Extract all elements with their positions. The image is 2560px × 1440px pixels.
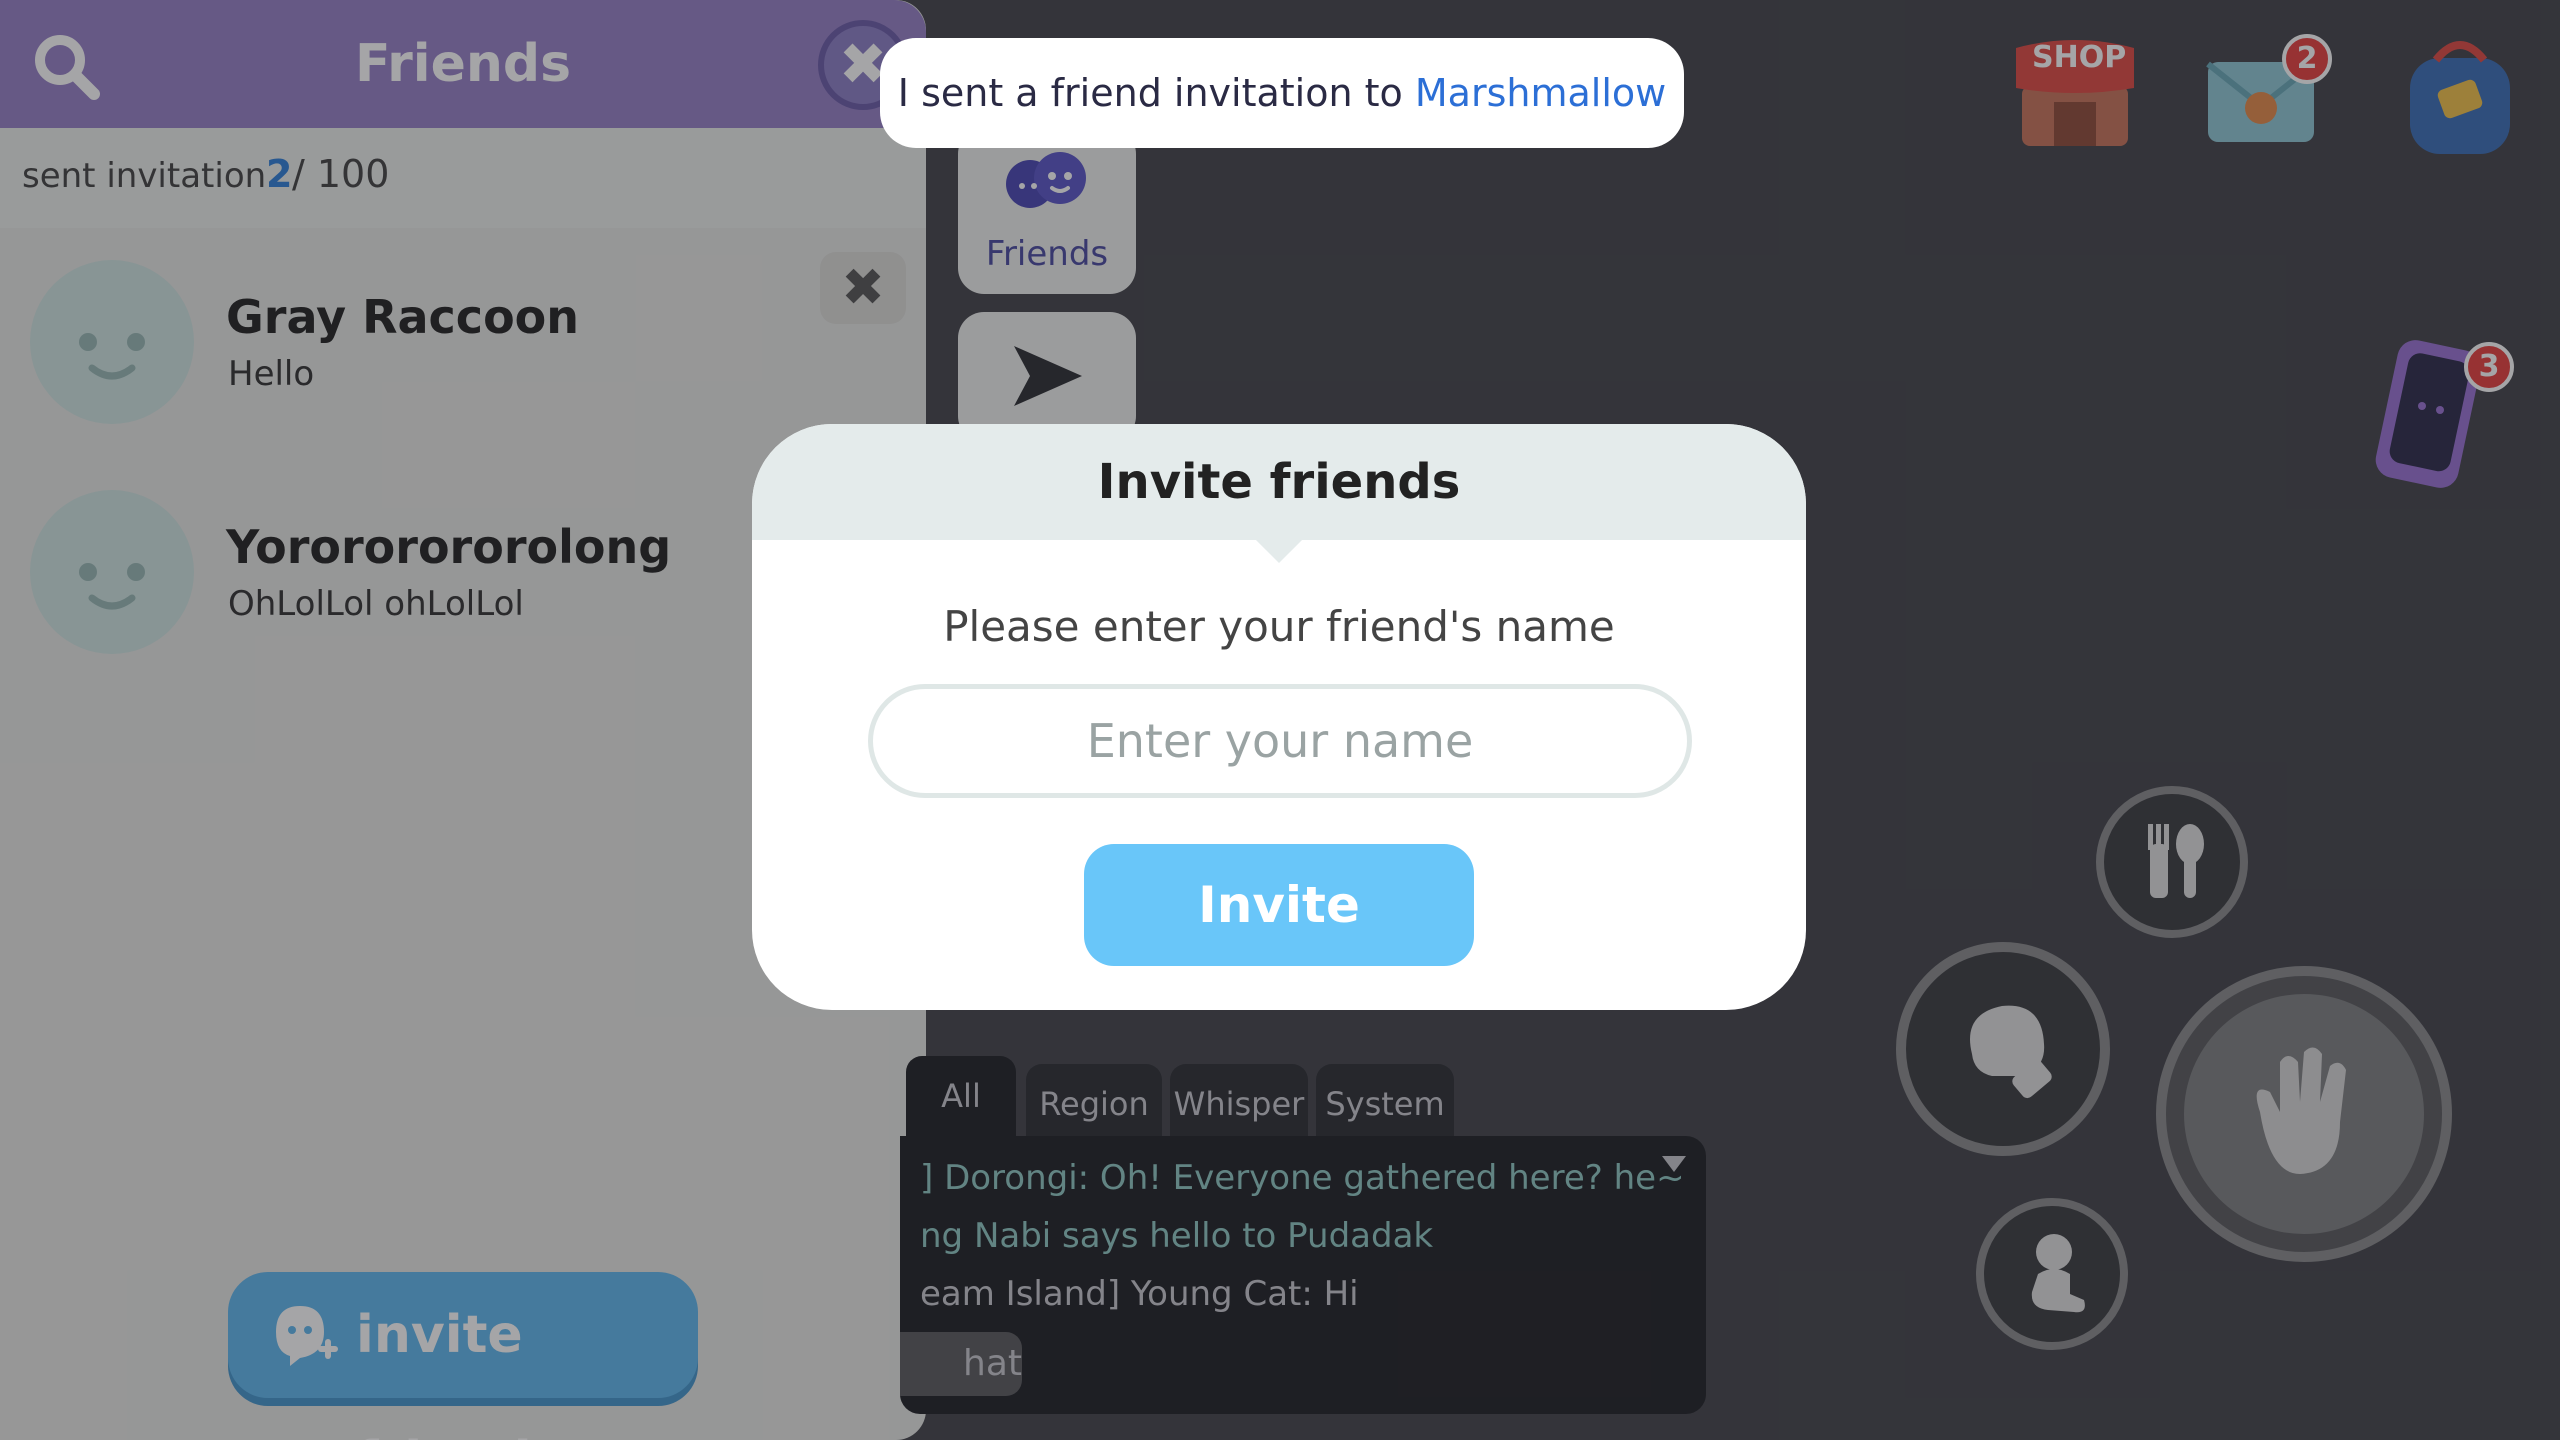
toast-notification: I sent a friend invitation to Marshmallo…	[880, 38, 1684, 148]
toast-text: I sent a friend invitation to	[897, 71, 1415, 115]
friend-name-input[interactable]	[868, 684, 1692, 798]
invite-friends-dialog: Invite friends Please enter your friend'…	[752, 424, 1806, 1010]
dialog-prompt: Please enter your friend's name	[943, 602, 1615, 651]
dialog-title: Invite friends	[1097, 454, 1461, 510]
invite-button[interactable]: Invite	[1084, 844, 1474, 966]
toast-friend-name: Marshmallow	[1414, 71, 1667, 115]
